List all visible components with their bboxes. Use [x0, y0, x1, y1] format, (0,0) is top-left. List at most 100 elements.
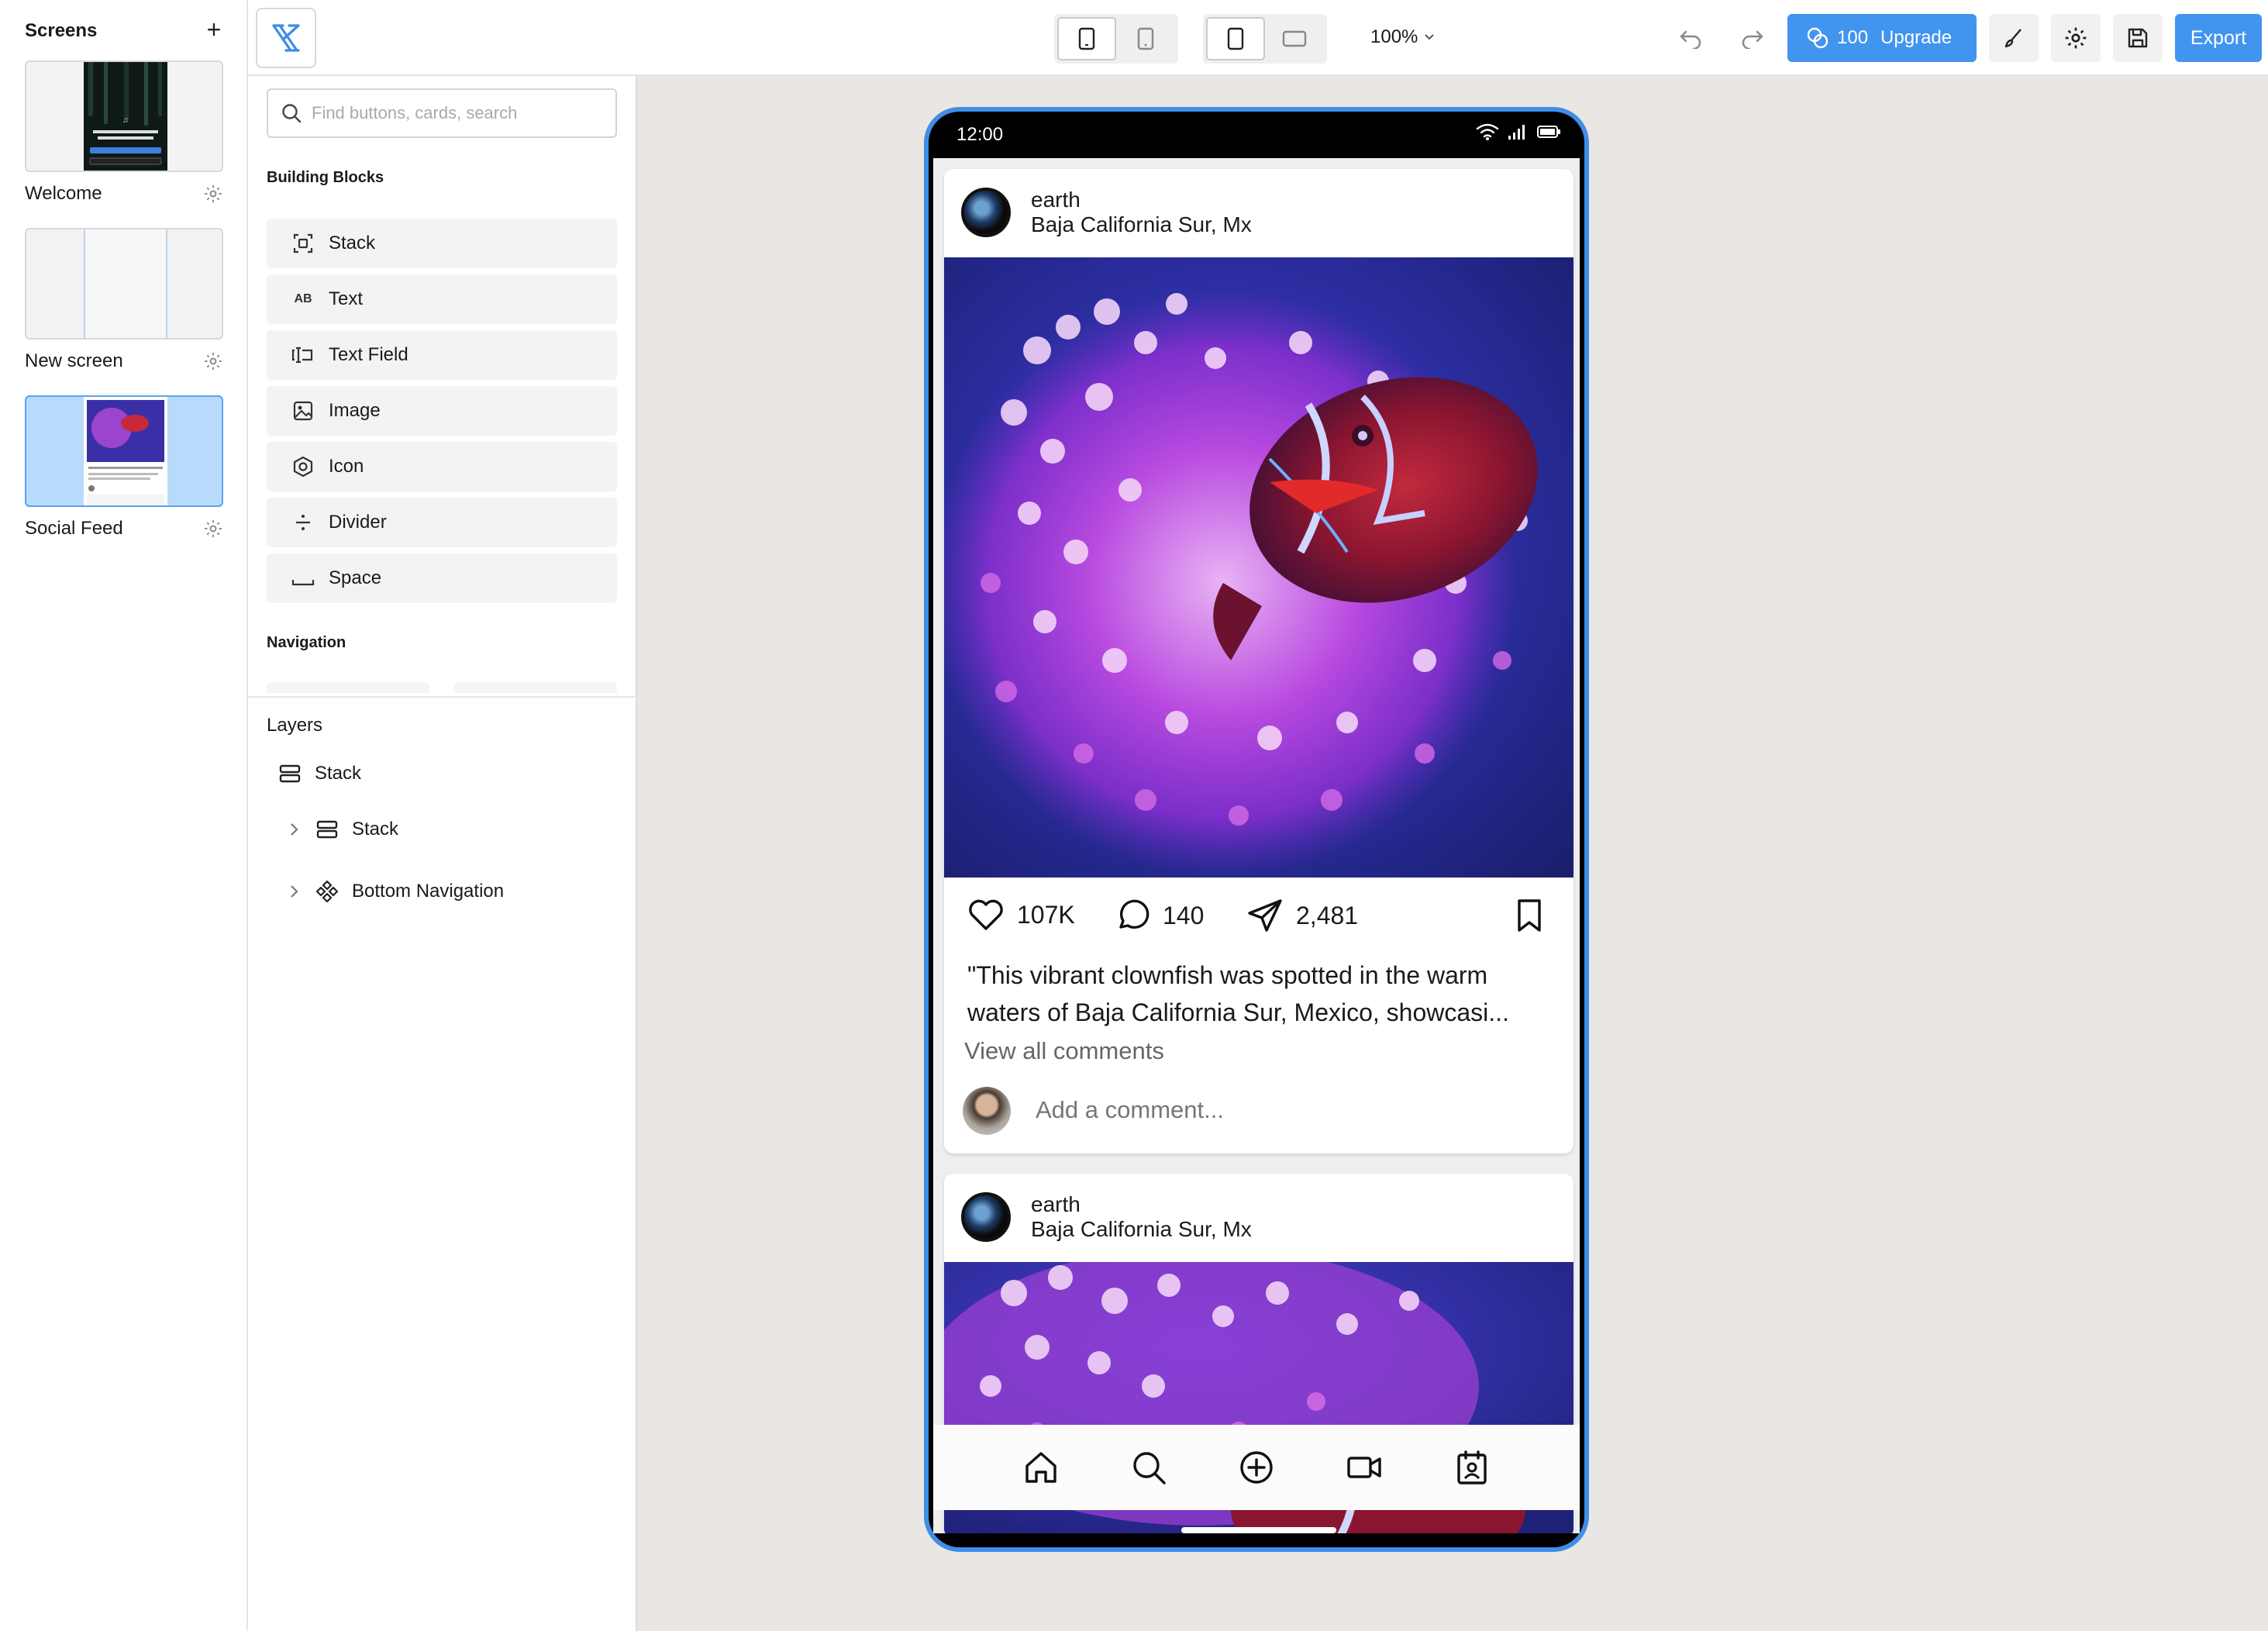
layer-label: Stack: [315, 763, 362, 784]
phone-icon: [1078, 27, 1095, 50]
like-button[interactable]: 107K: [967, 898, 1075, 932]
portrait-button[interactable]: [1206, 17, 1265, 60]
phone-preview[interactable]: 12:00 earth Baja California Sur, Mx 107K…: [924, 107, 1589, 1552]
layer-item-bottom-navigation[interactable]: Bottom Navigation: [285, 879, 504, 904]
avatar[interactable]: [961, 188, 1011, 237]
screen-card-social-feed[interactable]: Social Feed: [25, 395, 223, 540]
post-username[interactable]: earth: [1031, 188, 1081, 212]
save-button[interactable]: [2113, 14, 2163, 62]
post-header[interactable]: earth Baja California Sur, Mx: [944, 169, 1573, 257]
stack-icon: [279, 764, 301, 783]
post-username[interactable]: earth: [1031, 1192, 1081, 1217]
gear-icon[interactable]: [203, 519, 223, 539]
gear-icon[interactable]: [203, 351, 223, 371]
block-text-field[interactable]: Text Field: [267, 330, 617, 380]
upgrade-label: Upgrade: [1880, 27, 1953, 48]
upgrade-button[interactable]: 100 Upgrade: [1787, 14, 1977, 62]
component-icon: [315, 880, 339, 903]
tablet-device-button[interactable]: [1116, 17, 1175, 60]
avatar[interactable]: [961, 1192, 1011, 1242]
block-space[interactable]: Space: [267, 553, 617, 603]
layer-item-stack-nested[interactable]: Stack: [285, 817, 398, 842]
app-logo-button[interactable]: [256, 8, 316, 68]
heart-icon: [969, 899, 1003, 930]
text-ab-icon: AB: [294, 292, 312, 305]
wifi-icon: [1476, 123, 1499, 140]
search-icon[interactable]: [1130, 1449, 1167, 1486]
view-all-comments-link[interactable]: View all comments: [944, 1037, 1573, 1065]
block-divider[interactable]: Divider: [267, 498, 617, 547]
signal-icon: [1508, 125, 1525, 140]
redo-icon: [1742, 30, 1763, 49]
navigation-block-peek[interactable]: [267, 682, 429, 693]
share-count: 2,481: [1296, 901, 1359, 929]
social-feed[interactable]: earth Baja California Sur, Mx 107K 140 2…: [933, 158, 1580, 1533]
block-label: Divider: [329, 512, 387, 533]
bottom-navigation: [933, 1425, 1580, 1510]
landscape-button[interactable]: [1265, 17, 1324, 60]
like-count: 107K: [1017, 900, 1075, 929]
screen-label: Social Feed: [25, 518, 123, 539]
building-blocks-list: Stack AB Text Text Field Image Icon Divi…: [267, 219, 617, 609]
block-image[interactable]: Image: [267, 386, 617, 436]
stack-icon: [316, 820, 338, 839]
undo-button[interactable]: [1671, 19, 1710, 57]
block-label: Stack: [329, 233, 376, 253]
block-label: Image: [329, 400, 381, 421]
status-time: 12:00: [956, 124, 1004, 145]
comment-icon: [1119, 899, 1150, 929]
block-label: Space: [329, 567, 382, 588]
add-circle-icon[interactable]: [1238, 1449, 1275, 1486]
screens-panel: Screens + ♫ Welcome New screen Social Fe…: [0, 0, 248, 1631]
navigation-block-peek[interactable]: [454, 682, 617, 693]
video-icon[interactable]: [1346, 1449, 1383, 1486]
redo-button[interactable]: [1733, 19, 1772, 57]
status-bar: 12:00: [929, 112, 1584, 158]
post-caption: "This vibrant clownfish was spotted in t…: [967, 961, 1509, 1026]
screen-card-welcome[interactable]: ♫ Welcome: [25, 60, 223, 205]
bookmark-button[interactable]: [1515, 898, 1556, 933]
add-comment-input[interactable]: [1036, 1096, 1501, 1124]
theme-brush-button[interactable]: [1989, 14, 2039, 62]
block-text[interactable]: AB Text: [267, 274, 617, 324]
contact-icon[interactable]: [1453, 1449, 1491, 1486]
screen-thumbnail[interactable]: [25, 395, 223, 507]
gear-icon[interactable]: [203, 184, 223, 204]
screen-card-new-screen[interactable]: New screen: [25, 228, 223, 372]
phone-device-button[interactable]: [1057, 17, 1116, 60]
zoom-dropdown[interactable]: 100%: [1370, 26, 1435, 48]
chevron-down-icon: [1425, 34, 1435, 40]
share-button[interactable]: 2,481: [1246, 898, 1358, 933]
building-blocks-title: Building Blocks: [267, 169, 384, 186]
chevron-right-icon[interactable]: [285, 820, 304, 839]
screen-label: New screen: [25, 350, 123, 371]
home-indicator: [1181, 1527, 1336, 1533]
component-search[interactable]: [267, 88, 617, 138]
space-icon: [291, 567, 315, 590]
settings-button[interactable]: [2051, 14, 2101, 62]
send-icon: [1248, 899, 1282, 932]
save-icon: [2128, 28, 2148, 48]
gear-icon: [2065, 27, 2087, 49]
layers-divider: [248, 696, 637, 698]
tablet-icon: [1137, 27, 1154, 50]
post-header[interactable]: earth Baja California Sur, Mx: [944, 1174, 1573, 1262]
text-field-icon: [291, 343, 315, 367]
layer-item-stack[interactable]: Stack: [277, 761, 361, 786]
components-panel: Building Blocks Stack AB Text Text Field…: [248, 76, 637, 1631]
post-location: Baja California Sur, Mx: [1031, 212, 1252, 236]
home-icon[interactable]: [1022, 1449, 1060, 1486]
bookmark-icon: [1518, 899, 1541, 932]
screen-thumbnail[interactable]: ♫: [25, 60, 223, 172]
post-image[interactable]: [944, 257, 1573, 878]
block-icon[interactable]: Icon: [267, 442, 617, 491]
avatar: [963, 1087, 1011, 1135]
add-screen-button[interactable]: +: [203, 16, 225, 44]
block-stack[interactable]: Stack: [267, 219, 617, 268]
comment-button[interactable]: 140: [1115, 898, 1204, 933]
export-button[interactable]: Export: [2175, 14, 2262, 62]
chevron-right-icon[interactable]: [285, 882, 304, 901]
component-search-input[interactable]: [312, 103, 606, 123]
screen-thumbnail[interactable]: [25, 228, 223, 340]
credits-coins-icon: [1807, 27, 1829, 49]
